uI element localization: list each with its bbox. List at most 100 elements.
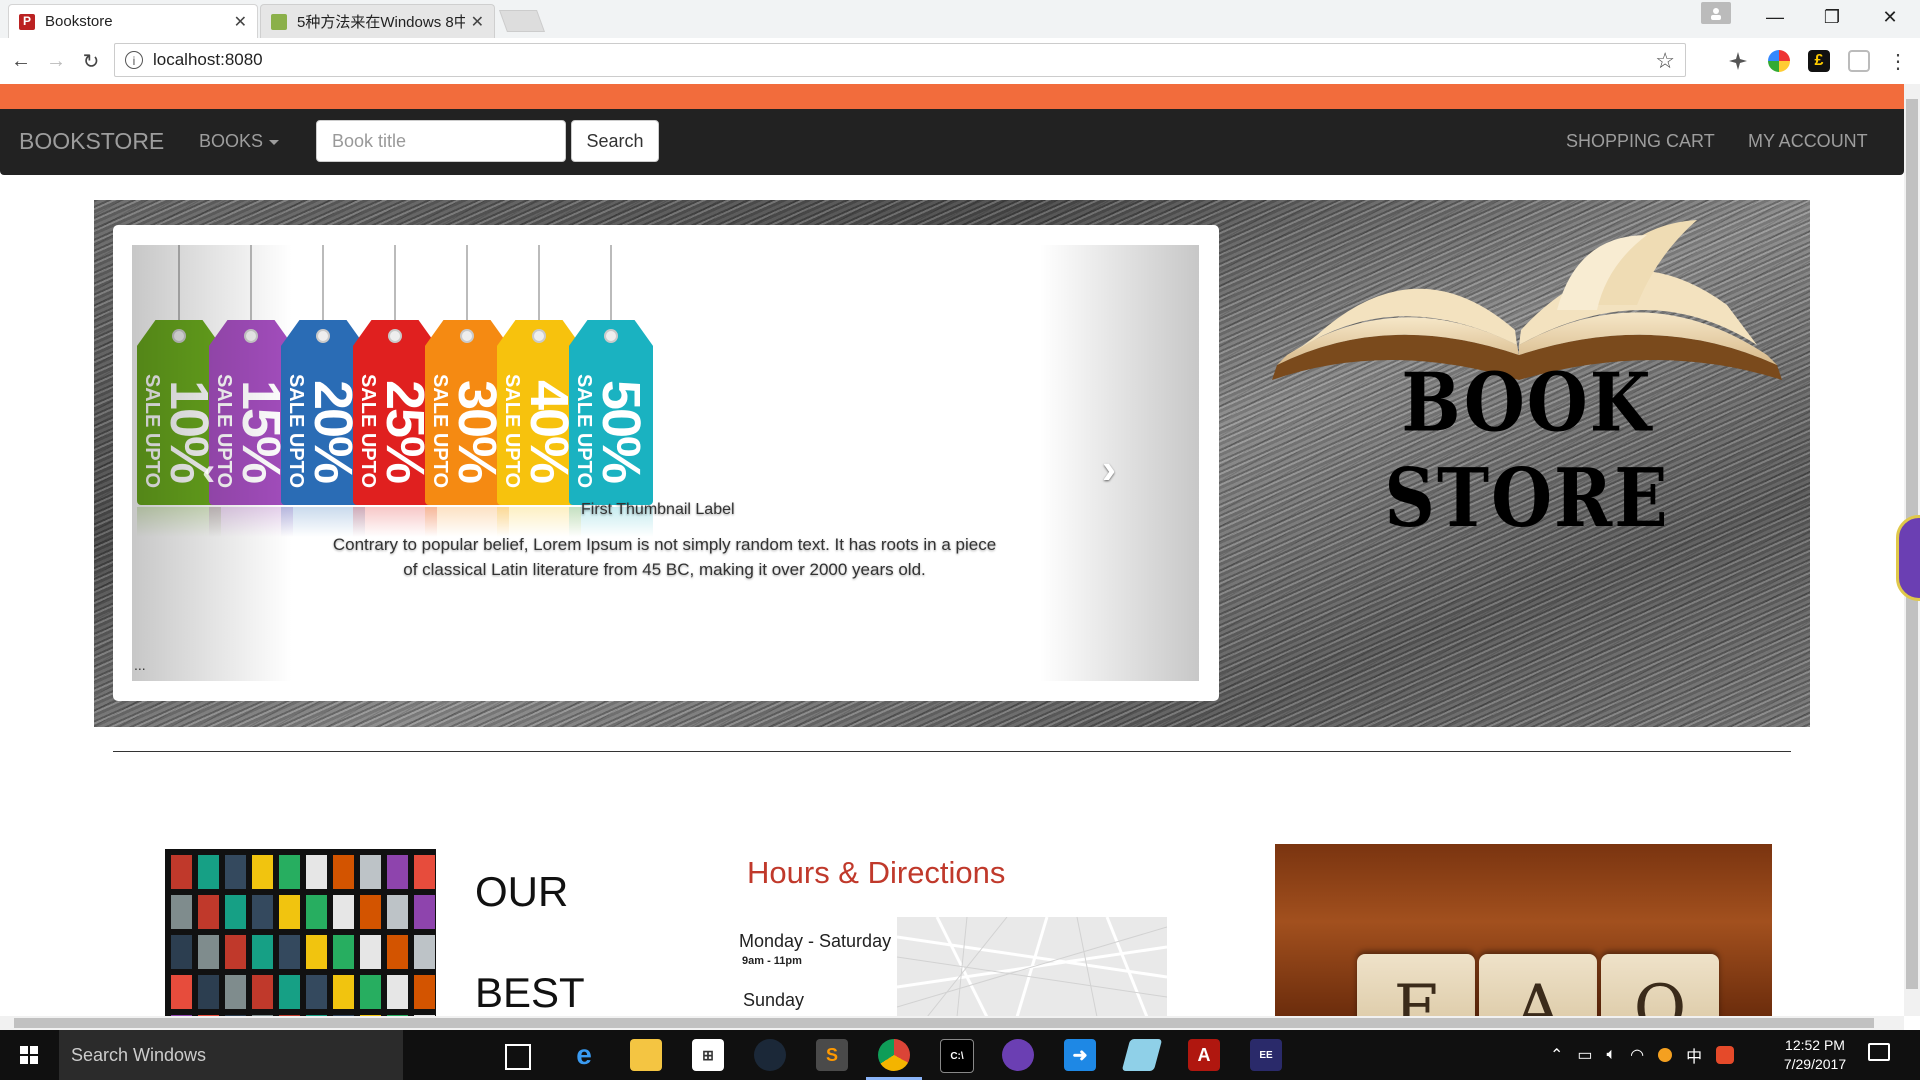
sale-tag: 40% SALE UPTO bbox=[497, 320, 581, 505]
books-dropdown[interactable]: BOOKS bbox=[199, 131, 280, 152]
faq-letter: Q bbox=[1633, 972, 1687, 1017]
back-icon[interactable]: ← bbox=[8, 48, 34, 74]
sale-tag: 20% SALE UPTO bbox=[281, 320, 365, 505]
site-info-icon[interactable]: i bbox=[125, 51, 143, 69]
sale-tag-percent: 20% bbox=[303, 379, 363, 483]
sale-tag-percent: 50% bbox=[591, 379, 651, 483]
directions-map[interactable] bbox=[897, 917, 1167, 1017]
sale-tag-text: 50% SALE UPTO bbox=[573, 374, 651, 488]
faq-cube: A bbox=[1479, 954, 1597, 1017]
horizontal-scrollbar-thumb[interactable] bbox=[14, 1018, 1874, 1028]
book-cover bbox=[306, 895, 327, 929]
search-button[interactable]: Search bbox=[571, 120, 659, 162]
book-cover bbox=[198, 895, 219, 929]
sale-tag: 30% SALE UPTO bbox=[425, 320, 509, 505]
extension-coin-icon[interactable]: £ bbox=[1808, 50, 1830, 72]
color-ball-icon[interactable] bbox=[1658, 1048, 1673, 1062]
carousel-ellipsis: ... bbox=[134, 657, 146, 673]
close-tab-icon[interactable]: ✕ bbox=[471, 12, 484, 32]
faq-letter: F bbox=[1393, 972, 1439, 1017]
acrobat-icon[interactable]: A bbox=[1188, 1039, 1220, 1071]
tab-title: 5种方法来在Windows 8中 bbox=[297, 14, 465, 31]
tab-bookstore[interactable]: P Bookstore ✕ bbox=[8, 4, 258, 38]
reload-icon[interactable]: ↻ bbox=[78, 48, 104, 74]
close-tab-icon[interactable]: ✕ bbox=[234, 12, 247, 32]
book-cover bbox=[360, 855, 381, 889]
file-explorer-icon[interactable] bbox=[630, 1039, 662, 1071]
tray-overflow-icon[interactable]: ⌃ bbox=[1550, 1045, 1563, 1065]
sogou-icon[interactable] bbox=[1716, 1046, 1735, 1064]
menu-kebab-icon[interactable]: ⋮ bbox=[1885, 48, 1911, 74]
my-account-link[interactable]: MY ACCOUNT bbox=[1748, 131, 1868, 152]
tag-hole bbox=[604, 329, 618, 343]
chevron-left-icon[interactable]: ‹ bbox=[202, 450, 215, 495]
address-bar[interactable]: i localhost:8080 ☆ bbox=[114, 43, 1686, 77]
wikihow-favicon-icon bbox=[271, 13, 287, 30]
hero-banner: 10%SALE UPTO15%SALE UPTO20%SALE UPTO25%S… bbox=[94, 200, 1810, 727]
volume-icon[interactable]: 🔈︎ bbox=[1607, 1046, 1617, 1064]
tag-hole bbox=[532, 329, 546, 343]
minimize-icon[interactable]: — bbox=[1751, 0, 1799, 34]
edge-browser-icon[interactable]: e bbox=[568, 1039, 600, 1071]
tab-wikihow[interactable]: 5种方法来在Windows 8中 ✕ bbox=[260, 4, 495, 38]
book-cover bbox=[387, 895, 408, 929]
book-search-input[interactable] bbox=[316, 120, 566, 162]
windows-start-icon[interactable] bbox=[0, 1030, 58, 1080]
ime-indicator[interactable]: 中 bbox=[1686, 1043, 1702, 1067]
wifi-icon[interactable]: ◠ bbox=[1630, 1045, 1644, 1065]
book-cover bbox=[306, 935, 327, 969]
taskbar-clock[interactable]: 12:52 PM 7/29/2017 bbox=[1770, 1036, 1860, 1074]
taskbar-search-box[interactable]: Search Windows bbox=[59, 1030, 403, 1080]
bestsellers-image[interactable] bbox=[165, 849, 436, 1016]
sale-tag-text: 25% SALE UPTO bbox=[357, 374, 435, 488]
book-store-logo: BOOK STORE bbox=[1257, 215, 1797, 545]
faq-letter: A bbox=[1514, 972, 1562, 1017]
carousel-caption-text: Contrary to popular belief, Lorem Ipsum … bbox=[332, 535, 997, 579]
weekday-label: Monday - Saturday bbox=[739, 931, 892, 951]
floating-widget-icon[interactable] bbox=[1896, 515, 1920, 601]
faq-image[interactable]: F A Q bbox=[1275, 844, 1772, 1017]
steam-icon[interactable] bbox=[754, 1039, 786, 1071]
battery-icon[interactable]: ▭ bbox=[1577, 1045, 1592, 1065]
tag-string bbox=[322, 245, 324, 325]
chevron-right-icon[interactable]: › bbox=[1102, 445, 1116, 493]
sunday-label: Sunday bbox=[743, 990, 805, 1010]
extension-sparkle-icon[interactable] bbox=[1727, 50, 1749, 72]
book-cover bbox=[252, 935, 273, 969]
forward-icon[interactable]: → bbox=[43, 48, 69, 74]
carousel: 10%SALE UPTO15%SALE UPTO20%SALE UPTO25%S… bbox=[113, 225, 1219, 701]
book-cover bbox=[333, 975, 354, 1009]
book-cover bbox=[333, 855, 354, 889]
tag-hole bbox=[316, 329, 330, 343]
action-center-icon[interactable] bbox=[1868, 1043, 1890, 1061]
sublime-text-icon[interactable]: S bbox=[816, 1039, 848, 1071]
profile-icon[interactable] bbox=[1701, 2, 1731, 24]
github-icon[interactable] bbox=[1002, 1039, 1034, 1071]
command-prompt-icon[interactable]: C:\ bbox=[940, 1039, 974, 1073]
close-window-icon[interactable]: ✕ bbox=[1866, 0, 1914, 34]
faq-cube: Q bbox=[1601, 954, 1719, 1017]
sale-tag-label: SALE UPTO bbox=[501, 373, 523, 489]
restore-icon[interactable]: ❐ bbox=[1808, 0, 1856, 34]
book-cover bbox=[225, 895, 246, 929]
book-cover bbox=[387, 975, 408, 1009]
carousel-control-right[interactable] bbox=[1039, 245, 1199, 681]
chrome-icon[interactable] bbox=[878, 1039, 910, 1071]
new-tab-button[interactable] bbox=[498, 10, 546, 32]
extension-color-icon[interactable] bbox=[1768, 50, 1790, 72]
tag-string bbox=[466, 245, 468, 325]
app-arrow-icon[interactable]: ➜ bbox=[1064, 1039, 1096, 1071]
horizontal-scrollbar[interactable] bbox=[0, 1016, 1904, 1030]
store-icon[interactable]: ⊞ bbox=[692, 1039, 724, 1071]
book-cover bbox=[252, 975, 273, 1009]
extension-cast-icon[interactable] bbox=[1848, 50, 1870, 72]
brand-link[interactable]: BOOKSTORE bbox=[19, 128, 164, 155]
bookmark-star-icon[interactable]: ☆ bbox=[1655, 48, 1675, 74]
clock-time: 12:52 PM bbox=[1785, 1037, 1845, 1053]
eclipse-javaee-icon[interactable]: EE bbox=[1250, 1039, 1282, 1071]
notepad-icon[interactable] bbox=[1121, 1039, 1163, 1071]
book-cover bbox=[279, 895, 300, 929]
book-cover bbox=[387, 935, 408, 969]
task-view-icon[interactable] bbox=[505, 1044, 531, 1070]
shopping-cart-link[interactable]: SHOPPING CART bbox=[1566, 131, 1715, 152]
